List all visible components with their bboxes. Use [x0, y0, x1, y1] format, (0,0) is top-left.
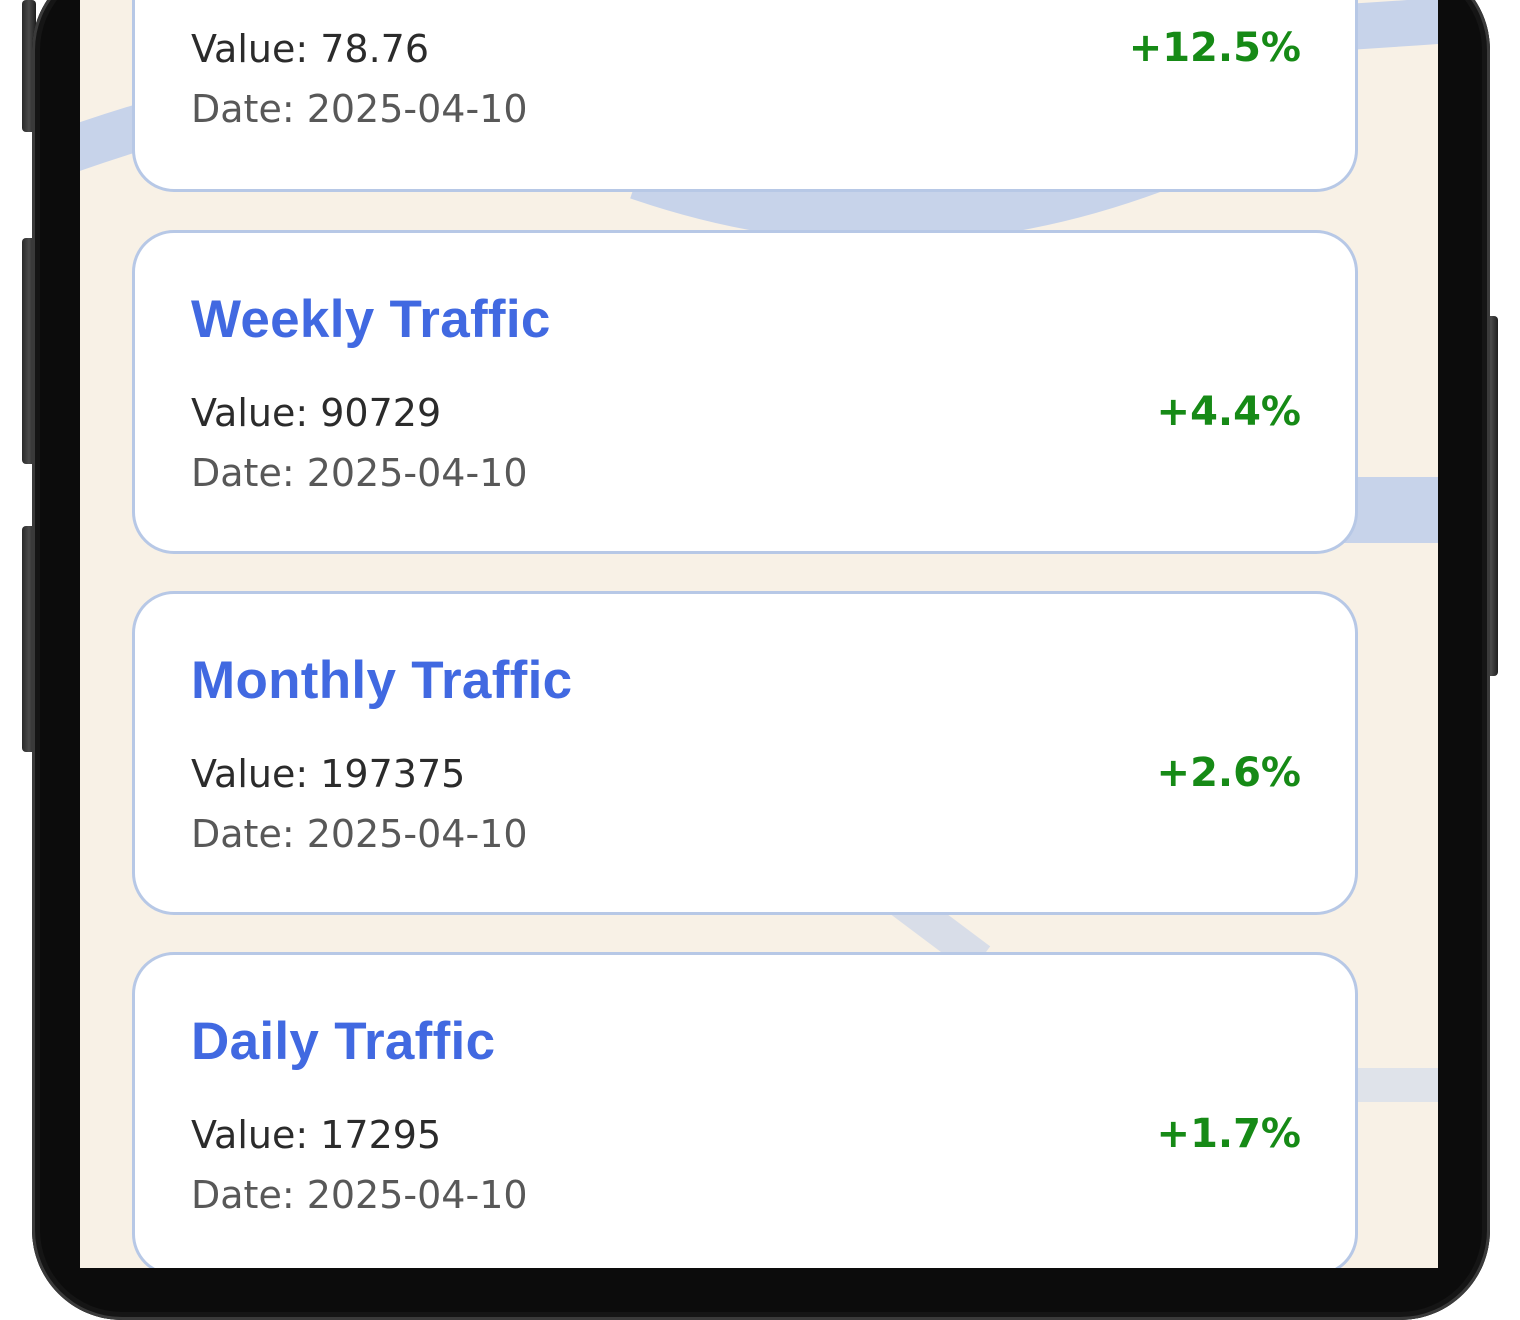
card-title: Monthly Traffic [191, 651, 573, 710]
card-date: Date: 2025-04-10 [191, 87, 528, 131]
app-screen: Value: 78.76 Date: 2025-04-10 +12.5% Wee… [80, 0, 1438, 1268]
card-change: +2.6% [1156, 750, 1301, 796]
card-title: Weekly Traffic [191, 290, 551, 349]
metric-card-weekly-traffic[interactable]: Weekly Traffic Value: 90729 Date: 2025-0… [132, 230, 1358, 554]
card-value: Value: 197375 [191, 752, 466, 796]
phone-device: Value: 78.76 Date: 2025-04-10 +12.5% Wee… [0, 0, 1520, 1320]
card-date: Date: 2025-04-10 [191, 812, 528, 856]
card-date: Date: 2025-04-10 [191, 451, 528, 495]
card-title: Daily Traffic [191, 1012, 496, 1071]
card-change: +1.7% [1156, 1111, 1301, 1157]
card-value: Value: 17295 [191, 1113, 442, 1157]
metric-card-daily-traffic[interactable]: Daily Traffic Value: 17295 Date: 2025-04… [132, 952, 1358, 1268]
card-change: +12.5% [1128, 25, 1301, 71]
card-value: Value: 90729 [191, 391, 442, 435]
card-date: Date: 2025-04-10 [191, 1173, 528, 1217]
metric-card-monthly-traffic[interactable]: Monthly Traffic Value: 197375 Date: 2025… [132, 591, 1358, 915]
card-value: Value: 78.76 [191, 27, 430, 71]
card-change: +4.4% [1156, 389, 1301, 435]
metric-card[interactable]: Value: 78.76 Date: 2025-04-10 +12.5% [132, 0, 1358, 192]
